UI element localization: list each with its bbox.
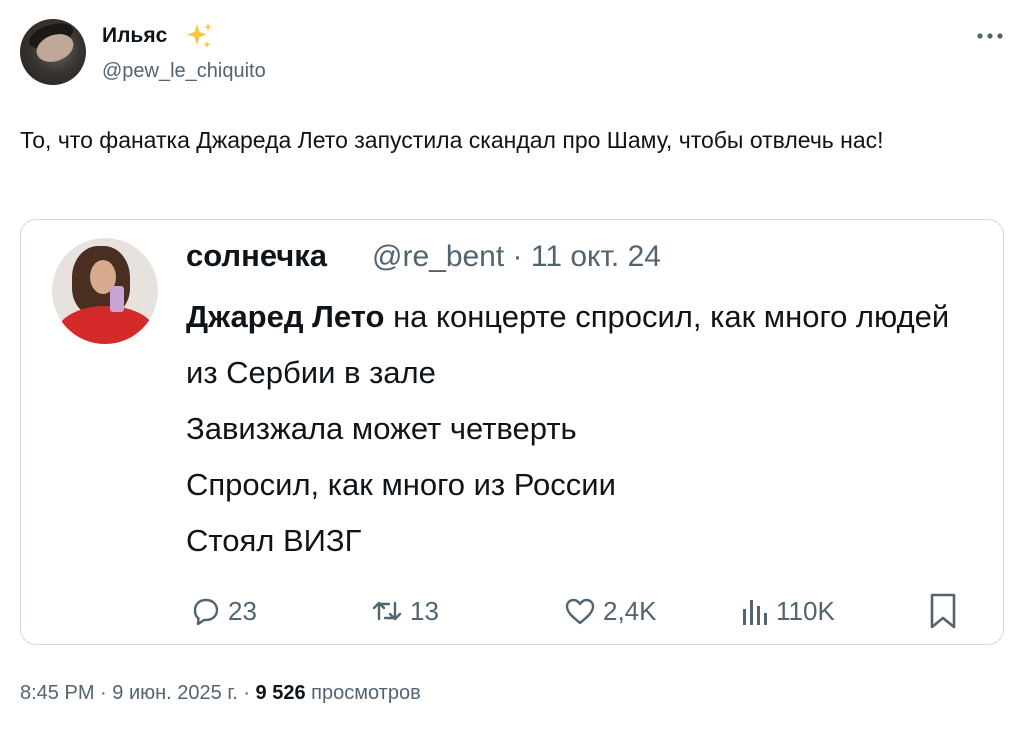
tweet-time[interactable]: 8:45 PM [20,682,94,704]
bookmark-action[interactable] [926,592,966,630]
repost-count: 13 [410,595,439,626]
like-action[interactable]: 2,4K [563,592,657,630]
tweet-footer: 8:45 PM · 9 июн. 2025 г. · 9 526 просмот… [20,682,421,705]
quote-line-1: Джаред Лето на концерте спросил, как мно… [186,289,986,401]
sparkles-icon [187,23,212,48]
separator: · [243,682,250,704]
avatar-phone [110,286,124,312]
tweet-views-count: 9 526 [255,682,306,704]
quote-line-4: Спросил, как много из России [186,467,616,502]
reply-bubble-icon [193,598,219,626]
more-dots-icon[interactable] [974,28,1006,44]
avatar-body [58,306,154,344]
quote-meta: @re_bent · 11 окт. 24 [372,240,661,274]
bar-chart-icon [743,600,767,625]
separator: · [100,682,107,704]
views-count: 110K [776,595,835,626]
quote-date[interactable]: · 11 окт. 24 [513,240,661,273]
repost-action[interactable]: 13 [370,592,439,630]
heart-icon [565,598,595,625]
quote-author-avatar[interactable] [52,238,158,344]
like-count: 2,4K [603,595,657,626]
quote-text-bold: Джаред Лето [186,299,385,334]
reply-action[interactable]: 23 [190,592,257,630]
repost-icon [372,601,402,621]
reply-count: 23 [228,595,257,626]
quote-line-5: Стоял ВИЗГ [186,523,362,558]
author-handle[interactable]: @pew_le_chiquito [102,60,266,83]
author-name[interactable]: Ильяс [102,24,167,48]
views-action[interactable]: 110K [740,592,835,630]
tweet-text: То, что фанатка Джареда Лето запустила с… [20,127,884,153]
quote-author-handle[interactable]: @re_bent [372,240,504,273]
quote-text: Джаред Лето на концерте спросил, как мно… [186,289,986,569]
tweet-views-label: просмотров [311,682,421,704]
bookmark-icon [930,593,956,629]
author-avatar[interactable] [20,19,86,85]
quote-author-name[interactable]: солнечка [186,238,327,274]
quote-line-3: Завизжала может четверть [186,411,577,446]
tweet-date[interactable]: 9 июн. 2025 г. [112,682,237,704]
